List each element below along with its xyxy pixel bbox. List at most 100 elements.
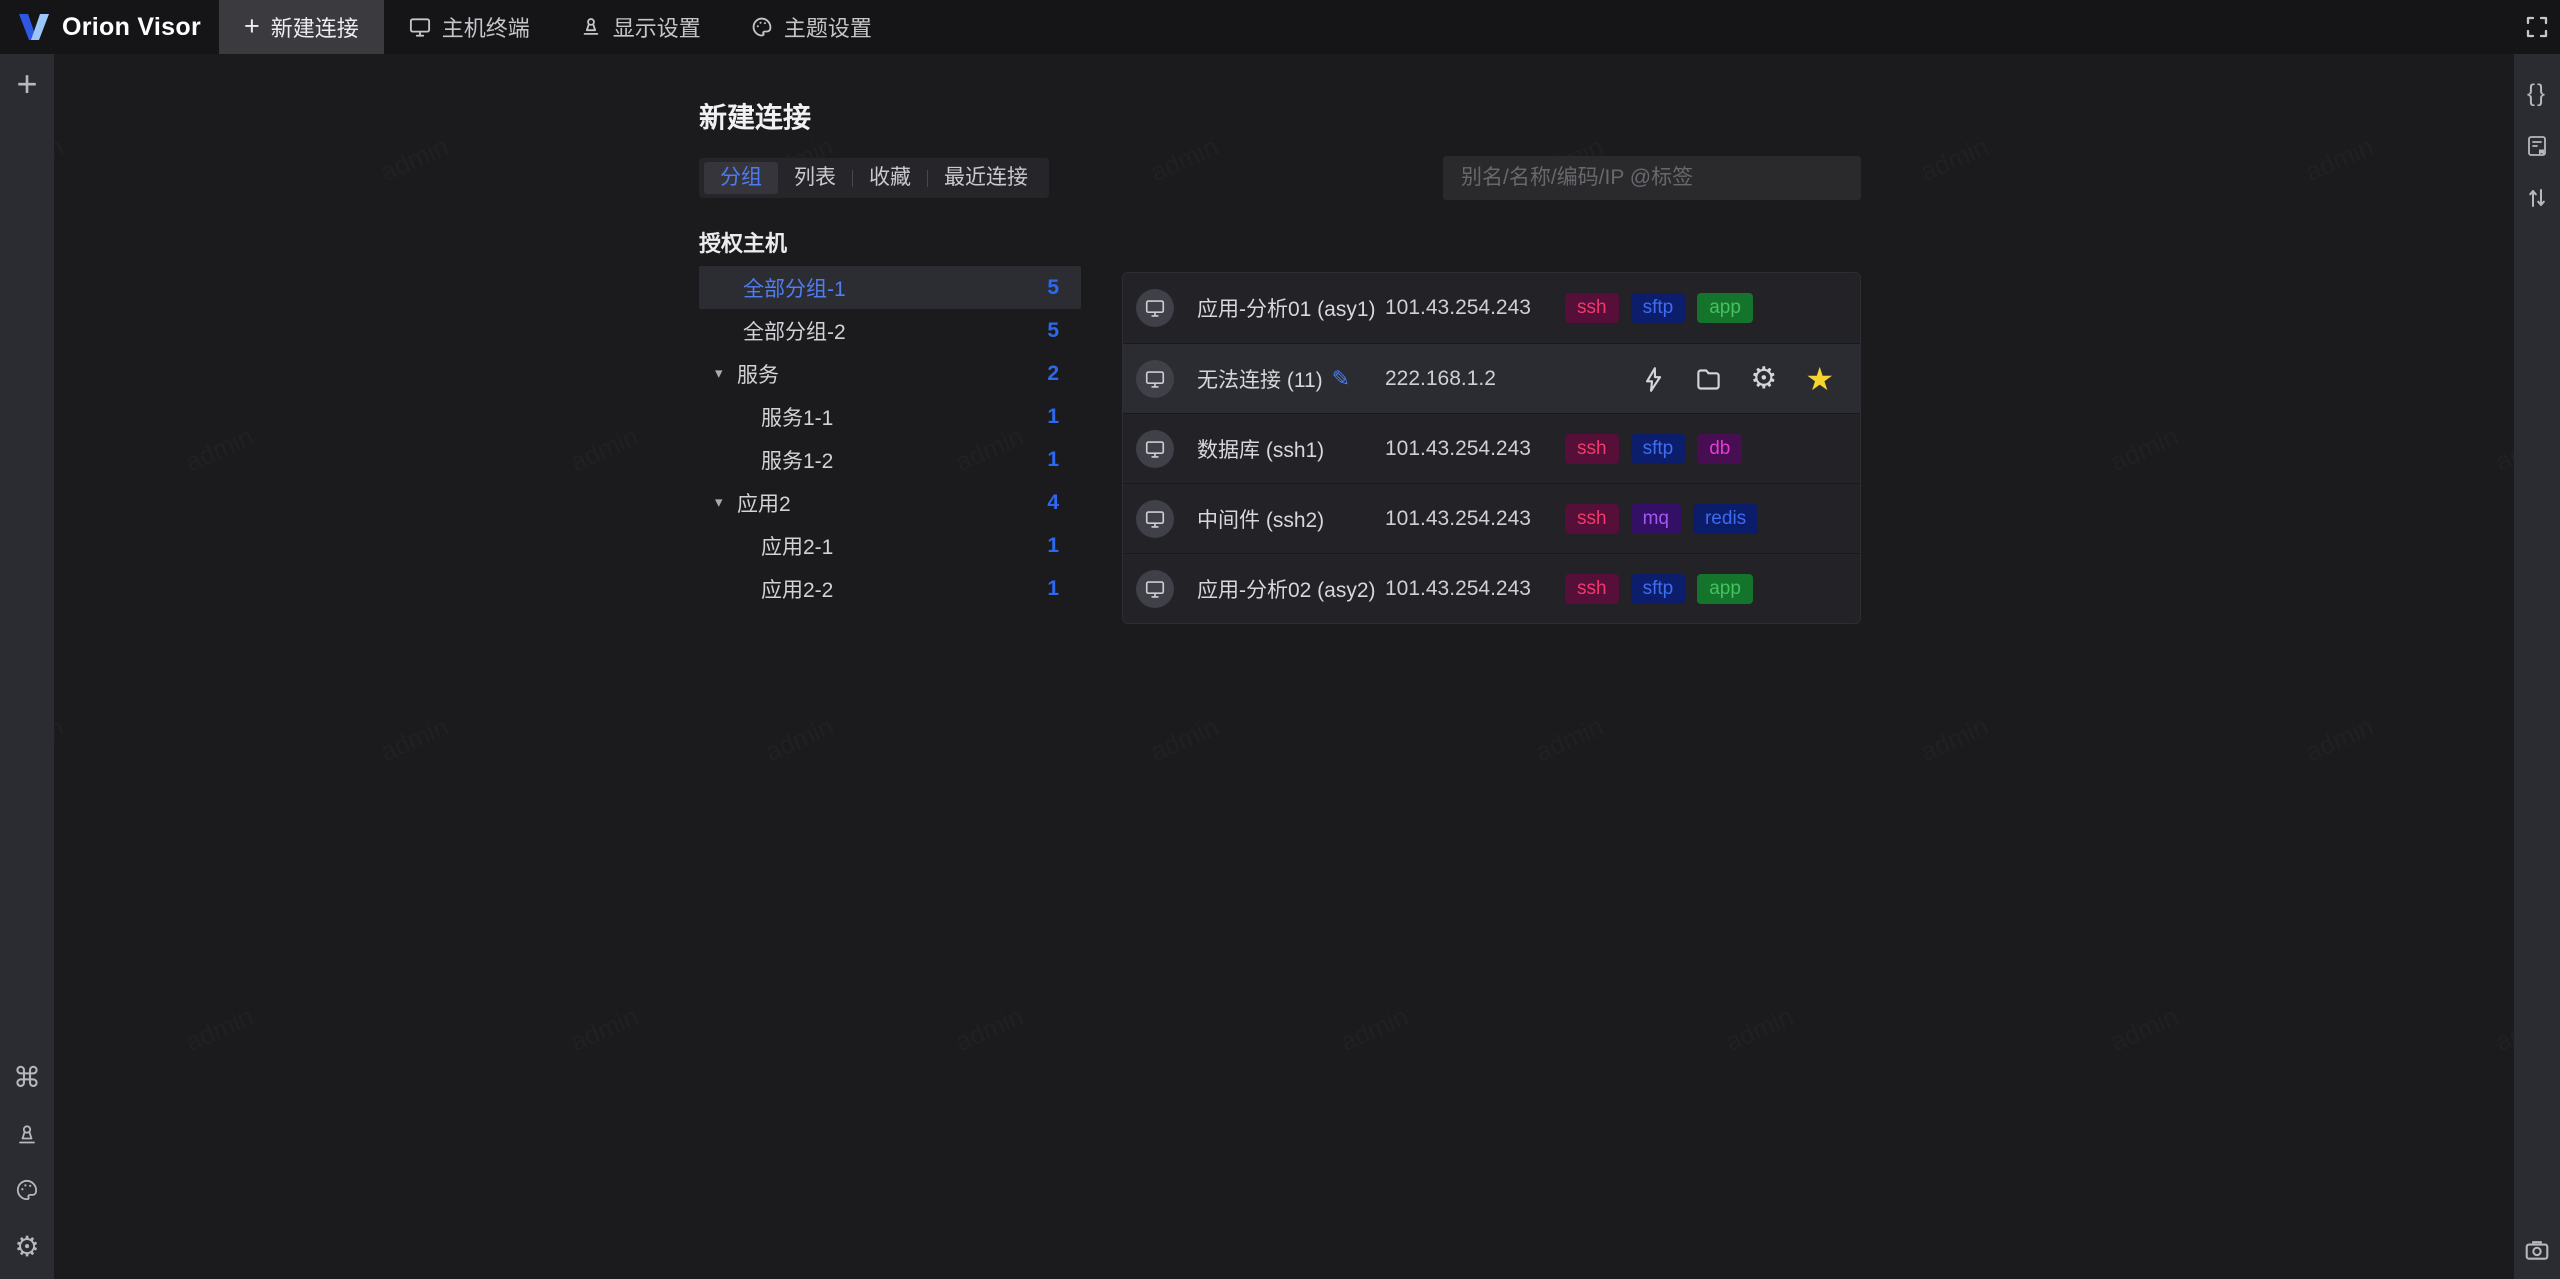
host-row-hovered[interactable]: 无法连接 (11) ✎ 222.168.1.2 ⚙ ★	[1123, 343, 1860, 413]
host-name: 数据库 (ssh1)	[1197, 414, 1324, 484]
tag-badge: redis	[1692, 504, 1759, 534]
watermark-text: admin	[1916, 711, 1993, 768]
watermark-text: admin	[2301, 131, 2378, 188]
watermark-text: admin	[1531, 711, 1608, 768]
document-bookmark-icon[interactable]	[2525, 134, 2549, 158]
watermark-text: admin	[376, 711, 453, 768]
host-avatar	[1136, 289, 1174, 327]
host-avatar	[1136, 430, 1174, 468]
host-avatar	[1136, 360, 1174, 398]
gear-icon[interactable]: ⚙	[14, 1233, 39, 1261]
watermark-text: admin	[181, 421, 258, 478]
palette-icon[interactable]	[15, 1178, 39, 1202]
watermark-text: admin	[2106, 421, 2183, 478]
tree-item-group2[interactable]: 全部分组-2 5	[699, 309, 1081, 352]
host-name-text: 中间件 (ssh2)	[1197, 509, 1325, 532]
host-tags: ssh sftp app	[1565, 273, 1753, 343]
add-icon[interactable]: +	[16, 66, 37, 102]
tab-display-settings[interactable]: 显示设置	[555, 0, 726, 54]
star-favorite-icon[interactable]: ★	[1805, 363, 1834, 395]
view-tab-group[interactable]: 分组	[704, 162, 778, 194]
watermark-text: admin	[1146, 711, 1223, 768]
left-rail-bottom: ⌘ ⚙	[13, 1064, 41, 1279]
host-row[interactable]: 应用-分析01 (asy1) 101.43.254.243 ssh sftp a…	[1123, 273, 1860, 343]
host-count: 5	[1047, 318, 1059, 342]
watermark-text: admin	[1916, 131, 1993, 188]
orion-visor-logo-icon	[18, 12, 50, 42]
watermark-text: admin	[2491, 1001, 2514, 1058]
host-name: 应用-分析02 (asy2)	[1197, 554, 1376, 623]
app-title: Orion Visor	[62, 12, 201, 41]
watermark-text: admin	[566, 421, 643, 478]
palette-icon	[751, 16, 773, 38]
tree-item-services[interactable]: ▾ 服务 2	[699, 352, 1081, 395]
tree-item-app2-1[interactable]: 应用2-1 1	[699, 524, 1081, 567]
tab-label: 显示设置	[612, 16, 701, 41]
connect-bolt-icon[interactable]	[1640, 366, 1667, 393]
tab-new-connection[interactable]: + 新建连接	[218, 0, 384, 54]
view-tab-favorites[interactable]: 收藏	[853, 162, 927, 194]
camera-icon[interactable]	[2524, 1237, 2550, 1263]
host-row[interactable]: 应用-分析02 (asy2) 101.43.254.243 ssh sftp a…	[1123, 553, 1860, 623]
host-ip: 101.43.254.243	[1385, 296, 1531, 319]
host-name: 无法连接 (11) ✎	[1197, 344, 1350, 414]
tag-badge: ssh	[1565, 504, 1619, 534]
search-input[interactable]	[1443, 166, 1861, 190]
host-list: 应用-分析01 (asy1) 101.43.254.243 ssh sftp a…	[1122, 272, 1861, 624]
tree-label: 全部分组-1	[743, 277, 846, 301]
host-name-text: 数据库 (ssh1)	[1197, 439, 1325, 462]
tree-label: 应用2-1	[761, 535, 834, 559]
sort-arrows-icon[interactable]	[2525, 186, 2549, 210]
view-mode-tabs: 分组 列表 收藏 最近连接	[699, 158, 1049, 198]
folder-icon[interactable]	[1695, 366, 1722, 393]
tree-label: 服务	[737, 363, 779, 387]
tree-item-service1-2[interactable]: 服务1-2 1	[699, 438, 1081, 481]
host-name-text: 应用-分析01 (asy1)	[1197, 298, 1376, 321]
host-ip: 101.43.254.243	[1385, 507, 1531, 530]
monitor-icon	[409, 17, 431, 38]
watermark-layer: admin admin admin admin admin admin admin admin…	[54, 54, 2514, 1279]
host-ip: 101.43.254.243	[1385, 437, 1531, 460]
right-rail: {}	[2514, 54, 2560, 1279]
tag-badge: ssh	[1565, 293, 1619, 323]
tab-host-terminal[interactable]: 主机终端	[384, 0, 555, 54]
tree-item-app2[interactable]: ▾ 应用2 4	[699, 481, 1081, 524]
tag-badge: app	[1697, 574, 1753, 604]
watermark-text: admin	[376, 131, 453, 188]
view-tab-recent[interactable]: 最近连接	[928, 162, 1044, 194]
host-row[interactable]: 数据库 (ssh1) 101.43.254.243 ssh sftp db	[1123, 413, 1860, 483]
tree-label: 全部分组-2	[743, 320, 846, 344]
host-count: 1	[1047, 533, 1059, 557]
tree-label: 服务1-2	[761, 449, 834, 473]
host-name: 应用-分析01 (asy1)	[1197, 273, 1376, 343]
host-tags: ssh mq redis	[1565, 484, 1759, 554]
tab-label: 新建连接	[270, 16, 359, 41]
watermark-text: admin	[54, 711, 68, 768]
tree-item-group1[interactable]: 全部分组-1 5	[699, 266, 1081, 309]
left-rail: + ⌘ ⚙	[0, 54, 54, 1279]
tag-badge: sftp	[1630, 434, 1686, 464]
edit-icon[interactable]: ✎	[1332, 368, 1350, 390]
host-row[interactable]: 中间件 (ssh2) 101.43.254.243 ssh mq redis	[1123, 483, 1860, 553]
watermark-text: admin	[2491, 421, 2514, 478]
host-count: 1	[1047, 576, 1059, 600]
tree-item-service1-1[interactable]: 服务1-1 1	[699, 395, 1081, 438]
command-icon[interactable]: ⌘	[13, 1064, 41, 1092]
host-tags: ssh sftp db	[1565, 414, 1743, 484]
tag-badge: db	[1697, 434, 1743, 464]
chevron-down-icon[interactable]: ▾	[715, 494, 723, 509]
tree-item-app2-2[interactable]: 应用2-2 1	[699, 567, 1081, 610]
tab-label: 主机终端	[441, 16, 530, 41]
watermark-text: admin	[1146, 131, 1223, 188]
chevron-down-icon[interactable]: ▾	[715, 365, 723, 380]
host-count: 4	[1047, 490, 1059, 514]
gear-icon[interactable]: ⚙	[1750, 364, 1777, 394]
seal-icon	[580, 16, 602, 38]
host-search	[1443, 156, 1861, 200]
host-count: 5	[1047, 275, 1059, 299]
tab-theme-settings[interactable]: 主题设置	[726, 0, 897, 54]
seal-icon[interactable]	[15, 1123, 39, 1147]
view-tab-list[interactable]: 列表	[778, 162, 852, 194]
braces-icon[interactable]: {}	[2527, 82, 2547, 106]
fullscreen-icon[interactable]	[2514, 0, 2560, 54]
